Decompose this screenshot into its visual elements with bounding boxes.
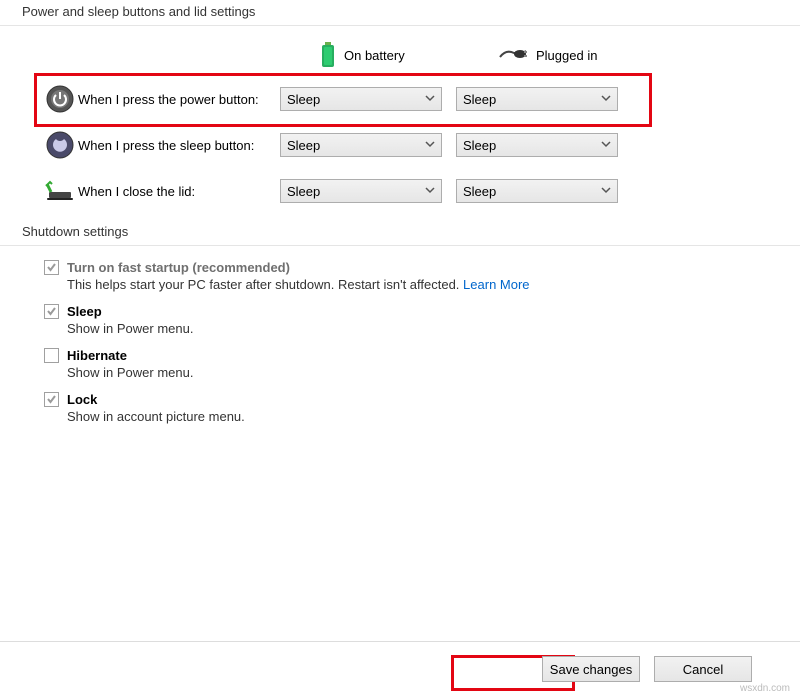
- select-value: Sleep: [287, 184, 320, 199]
- cancel-button[interactable]: Cancel: [654, 656, 752, 682]
- sleep-icon: [46, 131, 74, 159]
- select-value: Sleep: [287, 138, 320, 153]
- select-power-battery[interactable]: Sleep: [280, 87, 442, 111]
- power-icon: [46, 85, 74, 113]
- label-sleep-button: When I press the sleep button:: [78, 138, 280, 153]
- watermark: wsxdn.com: [740, 683, 790, 694]
- column-header-row: On battery Plugged in: [0, 34, 800, 76]
- plug-icon: [498, 47, 528, 63]
- option-title: Sleep: [67, 304, 102, 319]
- footer: Save changes Cancel: [0, 641, 800, 696]
- option-title: Turn on fast startup (recommended): [67, 260, 290, 275]
- option-hibernate: Hibernate Show in Power menu.: [44, 348, 800, 380]
- select-power-plugged[interactable]: Sleep: [456, 87, 618, 111]
- label-lid: When I close the lid:: [78, 184, 280, 199]
- select-value: Sleep: [287, 92, 320, 107]
- option-fast-startup: Turn on fast startup (recommended) This …: [44, 260, 800, 292]
- save-changes-button[interactable]: Save changes: [542, 656, 640, 682]
- option-desc: This helps start your PC faster after sh…: [67, 277, 800, 292]
- checkbox-fast-startup[interactable]: [44, 260, 59, 275]
- chevron-down-icon: [425, 185, 435, 195]
- checkbox-sleep[interactable]: [44, 304, 59, 319]
- option-title: Lock: [67, 392, 97, 407]
- select-lid-plugged[interactable]: Sleep: [456, 179, 618, 203]
- laptop-lid-icon: [45, 180, 75, 202]
- chevron-down-icon: [601, 93, 611, 103]
- section-title-shutdown: Shutdown settings: [0, 220, 800, 243]
- battery-icon: [320, 42, 336, 68]
- divider: [0, 245, 800, 246]
- select-lid-battery[interactable]: Sleep: [280, 179, 442, 203]
- select-value: Sleep: [463, 138, 496, 153]
- chevron-down-icon: [425, 139, 435, 149]
- row-power-button: When I press the power button: Sleep Sle…: [0, 76, 800, 122]
- select-value: Sleep: [463, 92, 496, 107]
- desc-text: This helps start your PC faster after sh…: [67, 277, 459, 292]
- divider: [0, 25, 800, 26]
- option-sleep: Sleep Show in Power menu.: [44, 304, 800, 336]
- option-title: Hibernate: [67, 348, 127, 363]
- option-desc: Show in account picture menu.: [67, 409, 800, 424]
- column-label-battery: On battery: [344, 48, 405, 63]
- checkbox-hibernate[interactable]: [44, 348, 59, 363]
- chevron-down-icon: [425, 93, 435, 103]
- select-value: Sleep: [463, 184, 496, 199]
- label-power-button: When I press the power button:: [78, 92, 280, 107]
- option-desc: Show in Power menu.: [67, 365, 800, 380]
- column-label-plugged: Plugged in: [536, 48, 597, 63]
- option-desc: Show in Power menu.: [67, 321, 800, 336]
- checkbox-lock[interactable]: [44, 392, 59, 407]
- select-sleep-plugged[interactable]: Sleep: [456, 133, 618, 157]
- select-sleep-battery[interactable]: Sleep: [280, 133, 442, 157]
- section-title-buttons: Power and sleep buttons and lid settings: [0, 0, 800, 23]
- row-lid: When I close the lid: Sleep Sleep: [0, 168, 800, 214]
- chevron-down-icon: [601, 139, 611, 149]
- option-lock: Lock Show in account picture menu.: [44, 392, 800, 424]
- learn-more-link[interactable]: Learn More: [463, 277, 529, 292]
- row-sleep-button: When I press the sleep button: Sleep Sle…: [0, 122, 800, 168]
- chevron-down-icon: [601, 185, 611, 195]
